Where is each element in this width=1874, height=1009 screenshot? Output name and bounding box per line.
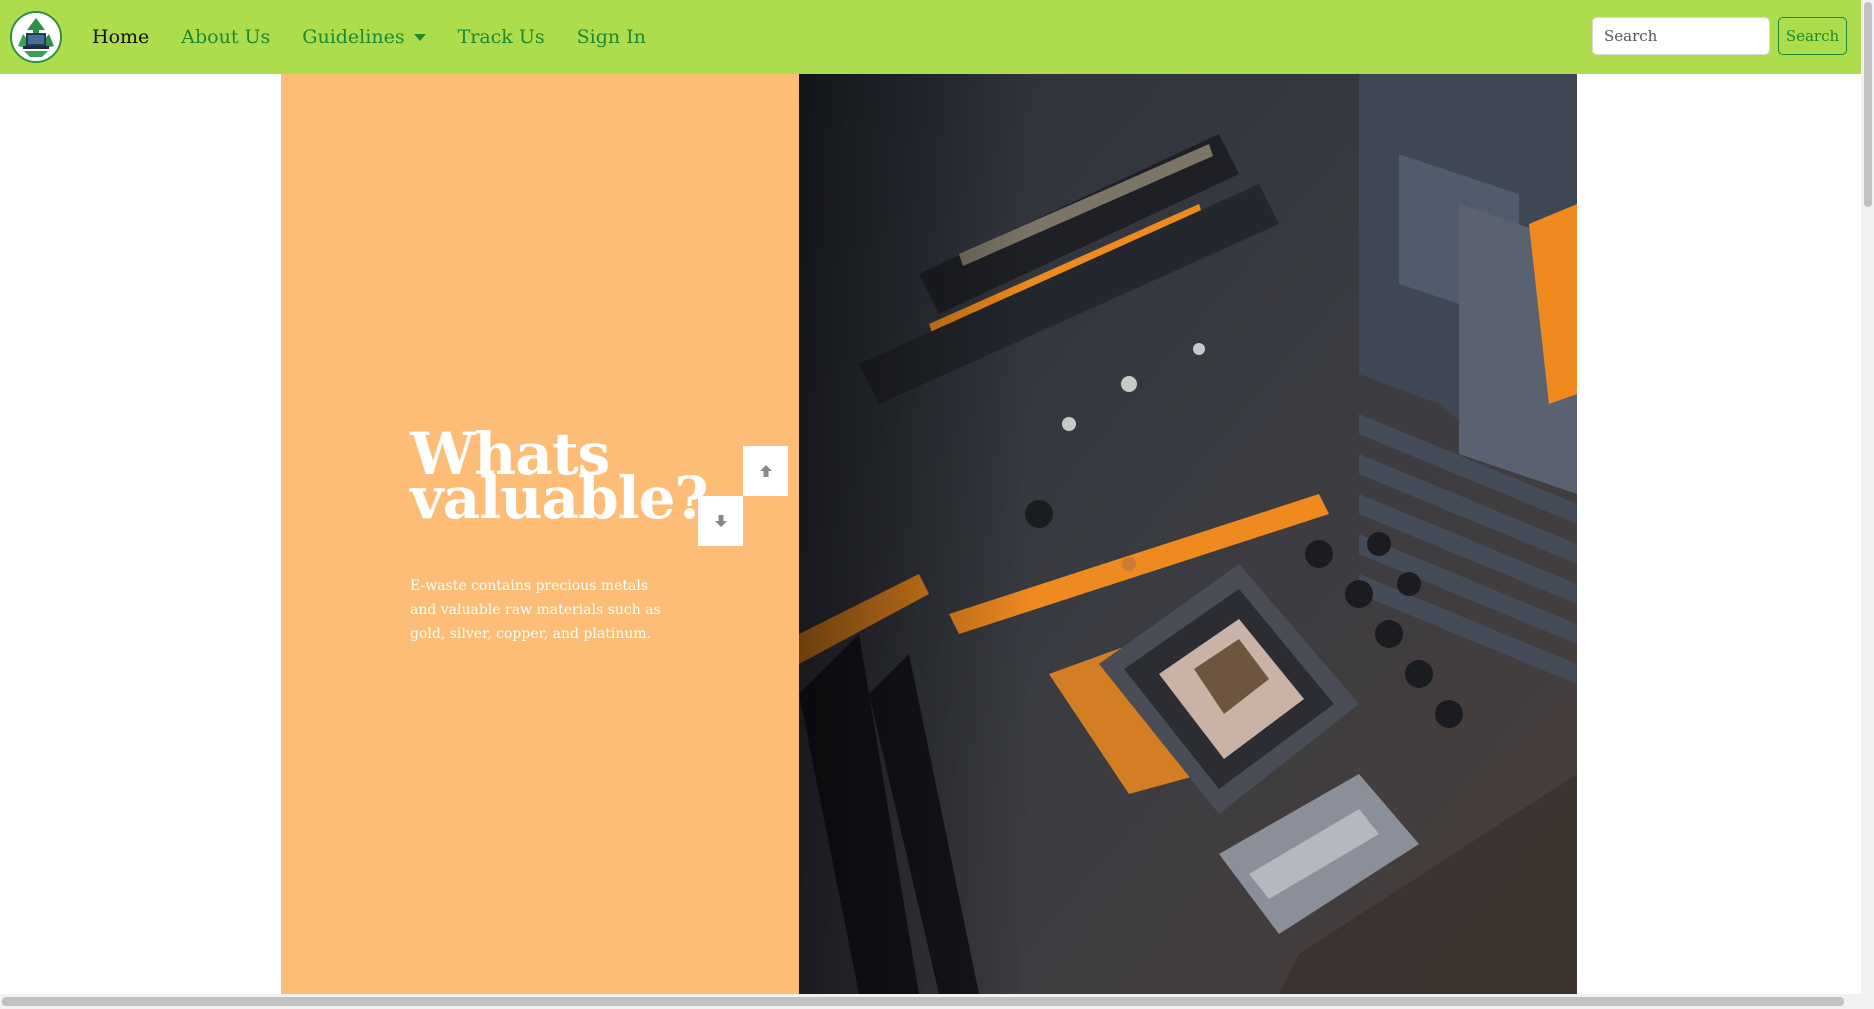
arrow-up-icon <box>759 465 772 477</box>
nav-dropdown-guidelines[interactable]: Guidelines <box>302 26 426 48</box>
caret-down-icon <box>413 33 426 41</box>
nav-link-about-us[interactable]: About Us <box>181 26 270 48</box>
arrow-down-icon <box>714 515 727 527</box>
nav-dropdown-guidelines-label: Guidelines <box>302 26 405 48</box>
hero-title-line2: valuable? <box>410 464 709 532</box>
motherboard-photo <box>799 74 1577 994</box>
navbar: Home About Us Guidelines Track Us Sign I… <box>0 0 1861 74</box>
vertical-scrollbar[interactable] <box>1861 0 1874 1009</box>
nav-links: Home About Us Guidelines Track Us Sign I… <box>92 0 678 74</box>
vertical-scrollbar-thumb[interactable] <box>1864 2 1872 207</box>
hero-description: E-waste contains precious metals and val… <box>410 578 661 642</box>
nav-link-sign-in[interactable]: Sign In <box>577 26 646 48</box>
nav-link-track-us[interactable]: Track Us <box>458 26 545 48</box>
recycle-laptop-logo-icon[interactable] <box>10 11 62 63</box>
search-input[interactable] <box>1592 17 1770 55</box>
nav-link-home[interactable]: Home <box>92 26 149 48</box>
scroll-down-button[interactable] <box>698 496 743 546</box>
horizontal-scrollbar-thumb[interactable] <box>2 997 1844 1006</box>
scroll-up-button[interactable] <box>743 446 788 496</box>
hero-title: Whats valuable? <box>410 425 730 527</box>
horizontal-scrollbar[interactable] <box>0 994 1861 1009</box>
search-button[interactable]: Search <box>1778 17 1847 55</box>
